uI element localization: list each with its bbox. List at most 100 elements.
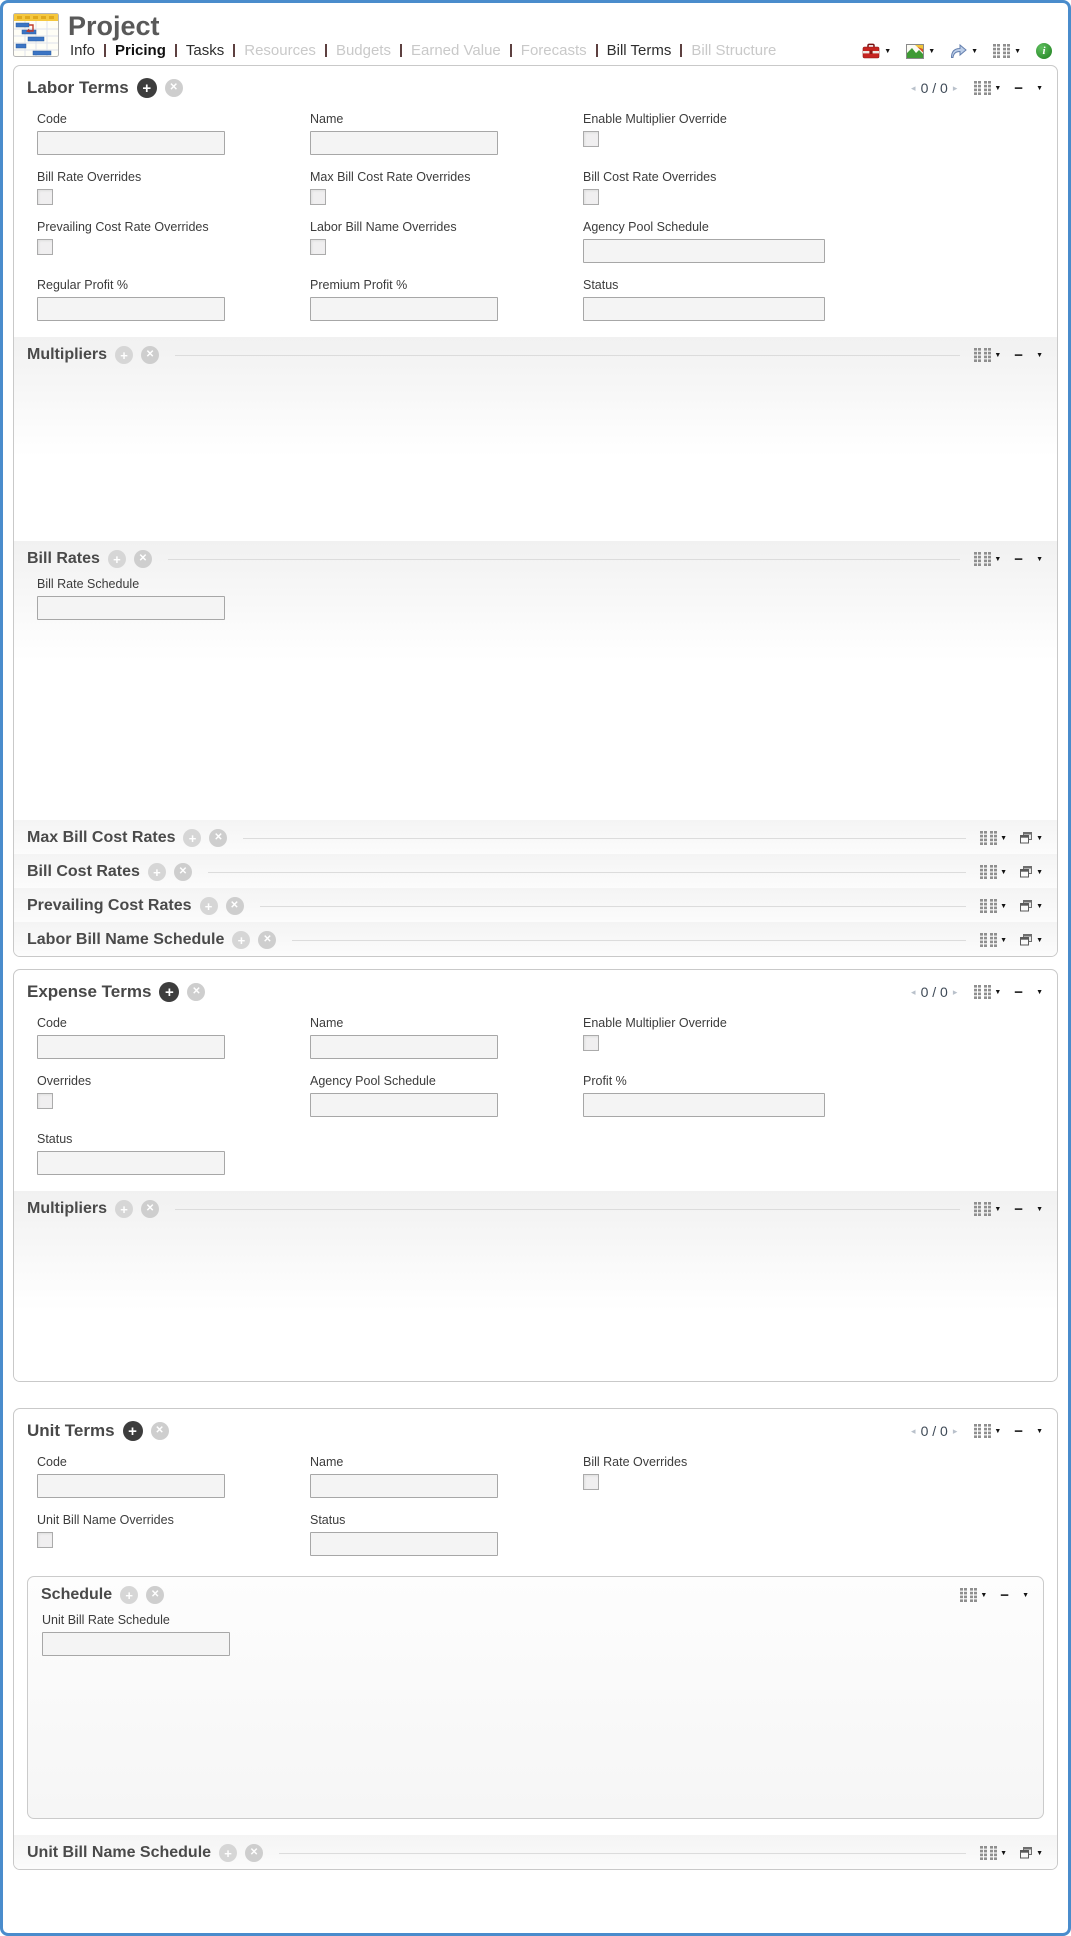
divider [292,940,966,941]
section-menu-button[interactable]: ▼ [1036,352,1043,359]
next-record-button[interactable]: ▸ [953,1426,958,1437]
bill-rates-add-button[interactable]: + [108,550,126,568]
max-bill-cost-rates-add-button[interactable]: + [183,829,201,847]
collapse-button[interactable]: − [1014,1202,1023,1217]
next-record-button[interactable]: ▸ [953,987,958,998]
multipliers-add-button[interactable]: + [115,346,133,364]
bill-cost-rate-overrides-checkbox[interactable] [583,189,599,205]
field-prevailing-cost-rate-overrides: Prevailing Cost Rate Overrides [37,220,310,263]
schedule-delete-button[interactable]: ✕ [146,1586,164,1604]
code-input[interactable] [37,1474,225,1498]
tab-pricing[interactable]: Pricing [106,42,175,59]
columns-button[interactable]: ▼ [980,933,1007,947]
collapse-button[interactable]: − [1014,81,1023,96]
bill-cost-rates-delete-button[interactable]: ✕ [174,863,192,881]
restore-button[interactable]: ▼ [1020,934,1043,946]
profit-input[interactable] [583,1093,825,1117]
code-input[interactable] [37,1035,225,1059]
enable-multiplier-override-checkbox[interactable] [583,1035,599,1051]
restore-button[interactable]: ▼ [1020,900,1043,912]
section-menu-button[interactable]: ▼ [1022,1592,1029,1599]
collapse-button[interactable]: − [1014,1424,1023,1439]
code-input[interactable] [37,131,225,155]
labor-bill-name-schedule-add-button[interactable]: + [232,931,250,949]
unit-bill-name-schedule-delete-button[interactable]: ✕ [245,1844,263,1862]
section-menu-button[interactable]: ▼ [1036,556,1043,563]
restore-icon [1020,900,1033,912]
toolbox-button[interactable]: ▼ [862,43,891,59]
restore-button[interactable]: ▼ [1020,1847,1043,1859]
panel-menu-button[interactable]: ▼ [1036,1428,1043,1435]
unit-terms-delete-button[interactable]: ✕ [151,1422,169,1440]
collapse-button[interactable]: − [1014,985,1023,1000]
report-button[interactable]: ▼ [906,44,935,59]
regular-profit-input[interactable] [37,297,225,321]
labor-terms-delete-button[interactable]: ✕ [165,79,183,97]
prev-record-button[interactable]: ◂ [911,1426,916,1437]
expense-multipliers-add-button[interactable]: + [115,1200,133,1218]
unit-bill-rate-schedule-input[interactable] [42,1632,230,1656]
columns-button[interactable]: ▼ [974,81,1001,95]
unit-bill-name-overrides-checkbox[interactable] [37,1532,53,1548]
restore-button[interactable]: ▼ [1020,832,1043,844]
prev-record-button[interactable]: ◂ [911,83,916,94]
expense-terms-add-button[interactable]: + [159,982,179,1002]
unit-bill-name-schedule-add-button[interactable]: + [219,1844,237,1862]
name-input[interactable] [310,131,498,155]
tab-tasks[interactable]: Tasks [177,42,233,59]
columns-button[interactable]: ▼ [974,985,1001,999]
premium-profit-input[interactable] [310,297,498,321]
columns-button[interactable]: ▼ [980,831,1007,845]
collapse-button[interactable]: − [1014,348,1023,363]
bill-rate-schedule-input[interactable] [37,596,225,620]
columns-button[interactable]: ▼ [980,899,1007,913]
panel-menu-button[interactable]: ▼ [1036,85,1043,92]
navigate-button[interactable]: ▼ [950,44,978,59]
agency-pool-schedule-input[interactable] [583,239,825,263]
columns-button[interactable]: ▼ [974,1424,1001,1438]
agency-pool-schedule-input[interactable] [310,1093,498,1117]
panel-menu-button[interactable]: ▼ [1036,989,1043,996]
labor-bill-name-overrides-checkbox[interactable] [310,239,326,255]
name-input[interactable] [310,1035,498,1059]
collapse-button[interactable]: − [1000,1588,1009,1603]
multipliers-delete-button[interactable]: ✕ [141,346,159,364]
columns-button[interactable]: ▼ [974,552,1001,566]
section-menu-button[interactable]: ▼ [1036,1206,1043,1213]
columns-button[interactable]: ▼ [980,1846,1007,1860]
bill-cost-rates-add-button[interactable]: + [148,863,166,881]
status-input[interactable] [310,1532,498,1556]
prevailing-cost-rates-delete-button[interactable]: ✕ [226,897,244,915]
unit-terms-add-button[interactable]: + [123,1421,143,1441]
columns-button[interactable]: ▼ [974,1202,1001,1216]
prevailing-cost-rates-add-button[interactable]: + [200,897,218,915]
next-record-button[interactable]: ▸ [953,83,958,94]
expense-multipliers-delete-button[interactable]: ✕ [141,1200,159,1218]
expense-terms-delete-button[interactable]: ✕ [187,983,205,1001]
collapse-button[interactable]: − [1014,552,1023,567]
overrides-checkbox[interactable] [37,1093,53,1109]
status-input[interactable] [37,1151,225,1175]
columns-button[interactable]: ▼ [960,1588,987,1602]
schedule-add-button[interactable]: + [120,1586,138,1604]
status-input[interactable] [583,297,825,321]
max-bill-cost-rate-overrides-checkbox[interactable] [310,189,326,205]
columns-button[interactable]: ▼ [993,44,1021,58]
bill-rate-overrides-checkbox[interactable] [583,1474,599,1490]
restore-button[interactable]: ▼ [1020,866,1043,878]
bill-rates-delete-button[interactable]: ✕ [134,550,152,568]
bill-rate-overrides-checkbox[interactable] [37,189,53,205]
labor-terms-add-button[interactable]: + [137,78,157,98]
name-input[interactable] [310,1474,498,1498]
columns-button[interactable]: ▼ [980,865,1007,879]
prevailing-cost-rate-overrides-checkbox[interactable] [37,239,53,255]
max-bill-cost-rates-delete-button[interactable]: ✕ [209,829,227,847]
enable-multiplier-override-checkbox[interactable] [583,131,599,147]
info-button[interactable]: i [1036,43,1052,59]
caret-down-icon: ▼ [884,48,891,55]
tab-bill-terms[interactable]: Bill Terms [598,42,681,59]
labor-bill-name-schedule-delete-button[interactable]: ✕ [258,931,276,949]
tab-info[interactable]: Info [68,42,104,59]
columns-button[interactable]: ▼ [974,348,1001,362]
prev-record-button[interactable]: ◂ [911,987,916,998]
